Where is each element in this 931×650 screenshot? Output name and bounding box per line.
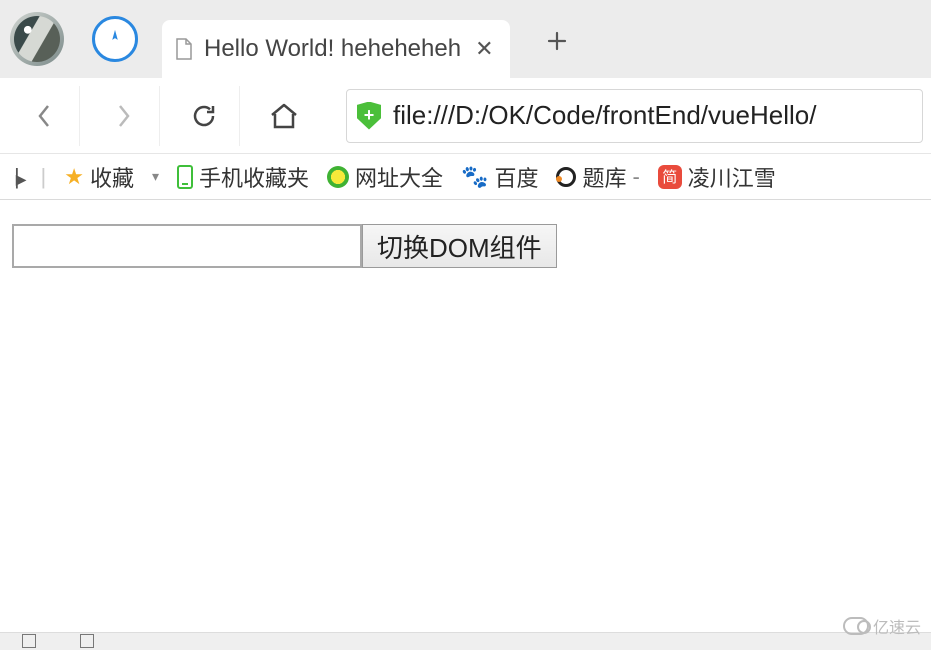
devtools-checkbox-2[interactable] [80, 634, 94, 648]
plus-icon [545, 29, 569, 53]
navbar: + file:///D:/OK/Code/frontEnd/vueHello/ [0, 78, 931, 154]
favorites-button[interactable]: ★ 收藏 [64, 161, 134, 193]
baidu-button[interactable]: 🐾 百度 [461, 161, 538, 193]
devtools-bar [0, 632, 931, 650]
jian-icon: 简 [658, 165, 682, 189]
tiku-label: 题库 [582, 161, 626, 193]
compass-icon [104, 28, 126, 50]
titlebar: Hello World! heheheheh ✕ [0, 0, 931, 78]
url-text: file:///D:/OK/Code/frontEnd/vueHello/ [393, 100, 816, 131]
lingchuan-label: 凌川江雪 [688, 161, 776, 193]
separator: | [41, 164, 47, 190]
browser-tab[interactable]: Hello World! heheheheh ✕ [162, 20, 510, 78]
chevron-left-icon [34, 102, 54, 130]
chevron-right-icon [114, 102, 134, 130]
forward-button[interactable] [88, 86, 160, 146]
tiku-suffix: - [632, 164, 639, 190]
file-icon [174, 37, 194, 61]
back-button[interactable] [8, 86, 80, 146]
address-bar[interactable]: + file:///D:/OK/Code/frontEnd/vueHello/ [346, 89, 923, 143]
home-icon [268, 101, 300, 131]
reload-button[interactable] [168, 86, 240, 146]
favorites-dropdown-icon[interactable]: ▾ [152, 168, 159, 185]
tab-title: Hello World! heheheheh [204, 35, 461, 63]
paw-icon: 🐾 [461, 164, 488, 190]
360-icon [327, 166, 349, 188]
site-directory-button[interactable]: 网址大全 [327, 161, 443, 193]
mobile-favorites-label: 手机收藏夹 [199, 161, 309, 193]
profile-avatar[interactable] [10, 12, 64, 66]
reload-icon [189, 101, 219, 131]
sidebar-toggle-icon[interactable]: |▶ [14, 164, 23, 190]
favorites-label: 收藏 [90, 161, 134, 193]
cloud-icon [843, 617, 869, 635]
bookmarks-bar: |▶ | ★ 收藏 ▾ 手机收藏夹 网址大全 🐾 百度 题库 - 简 凌川江雪 [0, 154, 931, 200]
devtools-checkbox-1[interactable] [22, 634, 36, 648]
devtools-controls [0, 632, 116, 650]
security-shield-icon: + [357, 102, 381, 130]
toggle-dom-button[interactable]: 切换DOM组件 [362, 224, 557, 268]
mobile-favorites-button[interactable]: 手机收藏夹 [177, 161, 309, 193]
text-input[interactable] [12, 224, 362, 268]
watermark-text: 亿速云 [873, 614, 921, 638]
lingchuan-button[interactable]: 简 凌川江雪 [658, 161, 776, 193]
watermark: 亿速云 [843, 614, 921, 638]
star-icon: ★ [64, 164, 84, 190]
new-tab-button[interactable] [534, 18, 580, 64]
baidu-label: 百度 [494, 161, 538, 193]
ring-icon [556, 167, 576, 187]
tiku-button[interactable]: 题库 - [556, 161, 639, 193]
tab-close-button[interactable]: ✕ [475, 36, 493, 62]
compass-button[interactable] [92, 16, 138, 62]
phone-icon [177, 165, 193, 189]
site-directory-label: 网址大全 [355, 161, 443, 193]
home-button[interactable] [248, 86, 320, 146]
page-content: 切换DOM组件 [0, 200, 931, 268]
